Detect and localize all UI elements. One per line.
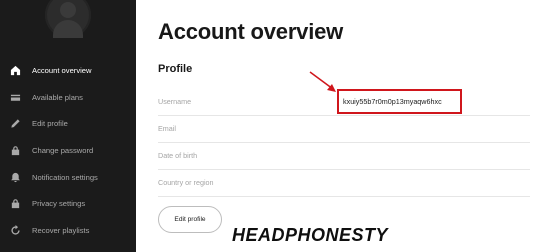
edit-profile-button[interactable]: Edit profile	[158, 206, 222, 233]
sidebar-item-notification-settings[interactable]: Notification settings	[0, 164, 136, 191]
field-label: Date of birth	[158, 151, 198, 160]
sidebar-item-recover-playlists[interactable]: Recover playlists	[0, 217, 136, 244]
field-row-date-of-birth: Date of birth	[158, 143, 530, 170]
annotation-arrow-icon	[309, 71, 336, 92]
sidebar-item-change-password[interactable]: Change password	[0, 137, 136, 164]
avatar-body-shape	[53, 20, 83, 38]
sidebar-item-privacy-settings[interactable]: Privacy settings	[0, 190, 136, 217]
sidebar-item-label: Notification settings	[32, 172, 98, 182]
sidebar-item-account-overview[interactable]: Account overview	[0, 57, 136, 84]
field-label: Email	[158, 124, 176, 133]
sidebar-item-available-plans[interactable]: Available plans	[0, 84, 136, 111]
bell-icon	[9, 171, 21, 183]
home-icon	[9, 64, 21, 76]
sidebar-item-label: Recover playlists	[32, 225, 90, 235]
refresh-icon	[9, 224, 21, 236]
sidebar-item-label: Privacy settings	[32, 199, 86, 209]
page-title: Account overview	[158, 19, 344, 44]
watermark-logo: HEADPHONESTY	[232, 225, 389, 245]
field-label: Country or region	[158, 178, 214, 187]
sidebar-item-label: Change password	[32, 145, 94, 155]
avatar-head-shape	[60, 2, 76, 18]
field-label: Username	[158, 97, 192, 106]
username-highlight-box	[337, 89, 462, 114]
card-icon	[9, 91, 21, 103]
field-row-email: Email	[158, 116, 530, 143]
field-row-country: Country or region	[158, 170, 530, 197]
lock-icon	[9, 144, 21, 156]
sidebar-item-label: Account overview	[32, 65, 92, 75]
sidebar-item-edit-profile[interactable]: Edit profile	[0, 110, 136, 137]
avatar[interactable]	[45, 0, 91, 38]
pencil-icon	[9, 118, 21, 130]
sidebar-item-label: Available plans	[32, 92, 83, 102]
lock-icon	[9, 198, 21, 210]
section-title: Profile	[158, 63, 193, 75]
sidebar: Account overview Available plans Edit pr…	[0, 0, 136, 252]
sidebar-item-label: Edit profile	[32, 119, 68, 129]
sidebar-nav: Account overview Available plans Edit pr…	[0, 57, 136, 244]
